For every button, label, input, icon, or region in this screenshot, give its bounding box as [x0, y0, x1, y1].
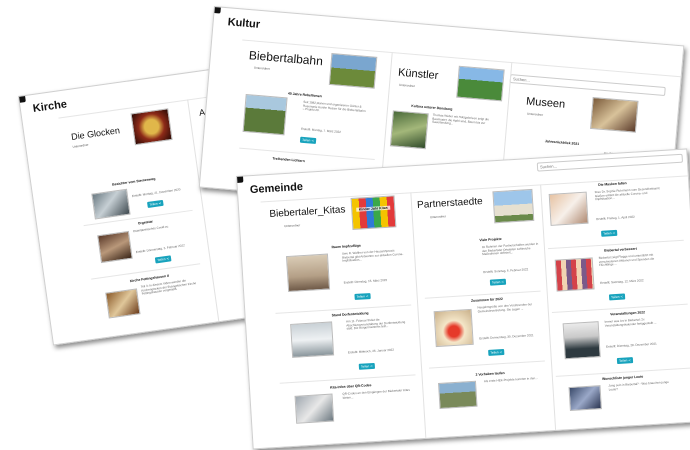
category-badge	[18, 92, 26, 104]
category-badge	[210, 6, 222, 14]
folder-thumbnail[interactable]	[590, 97, 639, 133]
entry-title[interactable]: Veranstaltungen 2022	[610, 310, 645, 316]
search-input[interactable]: Suchen...	[536, 153, 684, 172]
entry-thumbnail[interactable]	[554, 257, 595, 292]
folder-thumbnail[interactable]	[130, 108, 173, 146]
entry-text: Frau Dr. Sophie Ruhrmann vom Gesundheits…	[594, 186, 660, 202]
entry-thumbnail[interactable]	[105, 288, 141, 319]
search-input[interactable]: Suchen...	[509, 74, 666, 97]
entry-date: Erstellt: Freitag, 1. April 2022	[596, 214, 635, 222]
folder-thumbnail[interactable]	[456, 65, 505, 102]
share-button[interactable]: Teilen ≺	[489, 278, 507, 286]
kitas-logo-text: Kinder Jahr Kitas	[356, 205, 391, 212]
entry-thumbnail[interactable]	[433, 308, 474, 348]
share-button[interactable]: Teilen ≺	[358, 362, 375, 370]
entry-thumbnail[interactable]	[242, 93, 288, 136]
entry-title[interactable]: Jahresrückblick 2021	[545, 139, 580, 146]
entry-thumbnail[interactable]	[438, 380, 478, 410]
share-button[interactable]: Teilen ≺	[488, 348, 505, 356]
category-title: Kirche	[32, 98, 68, 115]
entry-thumbnail[interactable]	[389, 110, 429, 150]
entry-title[interactable]: Die Masken fallen	[598, 181, 627, 187]
entry-text: Immer was los in Biebertal: 2x Veranstal…	[604, 317, 657, 328]
category-title: Gemeinde	[249, 180, 304, 197]
share-button[interactable]: Teilen ≺	[608, 293, 626, 301]
entry-date: Erstellt: Dienstag, 28. Dezember 2021	[605, 341, 657, 349]
column-title[interactable]: Museen	[526, 95, 566, 110]
folder-thumbnail[interactable]	[328, 52, 378, 89]
entry-date: Erstellt: Samstag, 12. März 2022	[600, 278, 644, 285]
entry-thumbnail[interactable]	[562, 321, 601, 360]
share-button[interactable]: Teilen ≺	[299, 136, 317, 144]
entry-title[interactable]: Wunschliste junger Leute	[602, 375, 643, 382]
share-button[interactable]: Teilen ≺	[616, 357, 634, 365]
column-subtitle: Unterordner	[526, 111, 544, 117]
entry-thumbnail[interactable]	[294, 393, 335, 424]
entry-thumbnail[interactable]	[548, 191, 589, 226]
share-button[interactable]: Teilen ≺	[354, 293, 371, 300]
share-button[interactable]: Teilen ≺	[601, 229, 618, 237]
entry-thumbnail[interactable]	[285, 253, 331, 293]
entry-thumbnail[interactable]	[91, 188, 131, 220]
entry-thumbnail[interactable]	[568, 385, 602, 412]
folder-thumbnail[interactable]	[492, 188, 535, 224]
entry-thumbnail[interactable]	[97, 230, 133, 264]
gemeinde-card: Gemeinde Suchen... Biebertaler_Kitas Unt…	[236, 148, 690, 450]
folder-thumbnail[interactable]: Kinder Jahr Kitas	[350, 195, 397, 230]
entry-thumbnail[interactable]	[290, 321, 335, 358]
entry-text: Biebertal zeigt Flagge und unterstützt m…	[598, 252, 655, 268]
entry-text: Jung sein in Biebertal? - Was brauchen j…	[608, 379, 669, 392]
entry-title[interactable]: Biebertal verbessert	[604, 247, 637, 253]
category-title: Kultur	[227, 16, 261, 31]
